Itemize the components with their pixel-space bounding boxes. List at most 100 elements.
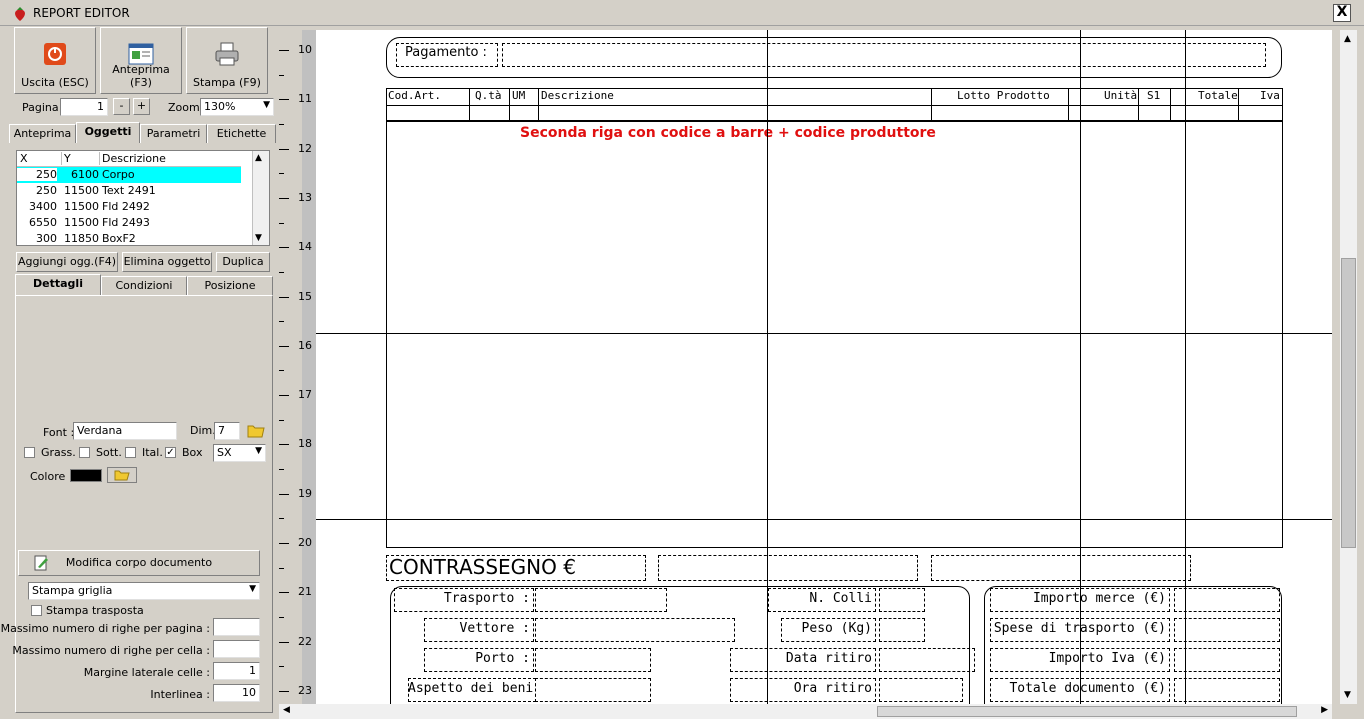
box-checkbox[interactable]: ✓ xyxy=(165,447,176,458)
scroll-right-icon[interactable]: ▶ xyxy=(1321,705,1328,715)
report-canvas[interactable]: Pagamento : Cod.Art. Q.tà UM Descrizione… xyxy=(316,30,1332,704)
underline-checkbox[interactable] xyxy=(79,447,90,458)
table-row[interactable]: 300 11850 BoxF2 xyxy=(17,231,241,247)
ruler-tick xyxy=(279,345,289,347)
table-row[interactable]: 6550 11500 Fld 2493 xyxy=(17,215,241,231)
cell-y: 11500 xyxy=(64,216,99,229)
chevron-down-icon: ▼ xyxy=(263,100,270,110)
col-unit: Unità xyxy=(1104,89,1138,102)
align-select[interactable]: SX ▼ xyxy=(213,444,266,462)
mid-field-value[interactable] xyxy=(879,588,925,612)
preview-button[interactable]: Anteprima (F3) xyxy=(100,27,182,94)
ruler-number: 23 xyxy=(298,683,312,697)
col-vat: Iva xyxy=(1260,89,1280,102)
transposed-label: Stampa trasposta xyxy=(46,604,144,617)
ruler-tick xyxy=(279,690,289,692)
table-row[interactable]: 3400 11500 Fld 2492 xyxy=(17,199,241,215)
left-field-value[interactable] xyxy=(535,678,651,702)
bold-checkbox[interactable] xyxy=(24,447,35,458)
print-button[interactable]: Stampa (F9) xyxy=(186,27,268,94)
mid-field-label: Data ritiro xyxy=(785,651,872,666)
ruler-tick xyxy=(279,123,284,125)
objects-table[interactable]: X Y Descrizione 250 6100 Corpo 250 11500… xyxy=(16,150,270,246)
page-input[interactable]: 1 xyxy=(60,98,108,116)
margin-input[interactable]: 1 xyxy=(213,662,260,680)
right-field-value[interactable] xyxy=(1174,648,1280,672)
h-scroll-thumb[interactable] xyxy=(877,706,1297,717)
mid-field-value[interactable] xyxy=(879,678,963,702)
folder-icon[interactable] xyxy=(246,421,266,439)
horizontal-scrollbar[interactable]: ◀ ▶ xyxy=(279,704,1332,719)
italic-checkbox[interactable] xyxy=(125,447,136,458)
duplicate-button[interactable]: Duplica xyxy=(216,252,270,272)
tab-conditions[interactable]: Condizioni xyxy=(101,276,187,295)
max-rows-page-input[interactable] xyxy=(213,618,260,636)
font-input[interactable]: Verdana xyxy=(73,422,177,440)
scroll-up-icon[interactable]: ▲ xyxy=(255,153,262,163)
max-rows-cell-input[interactable] xyxy=(213,640,260,658)
col-s1: S1 xyxy=(1147,89,1161,102)
print-label: Stampa (F9) xyxy=(193,76,261,89)
left-field-value[interactable] xyxy=(535,618,735,642)
table-row[interactable]: 250 6100 Corpo xyxy=(17,167,241,183)
tab-preview[interactable]: Anteprima xyxy=(9,124,76,143)
color-swatch[interactable] xyxy=(70,469,102,482)
tab-labels[interactable]: Etichette xyxy=(207,124,276,143)
table-scrollbar[interactable]: ▲ ▼ xyxy=(252,151,269,245)
column-divider xyxy=(1170,88,1171,121)
payment-field[interactable] xyxy=(502,43,1266,67)
delete-object-button[interactable]: Elimina oggetto xyxy=(122,252,212,272)
dim-input[interactable]: 7 xyxy=(214,422,240,440)
tab-position[interactable]: Posizione xyxy=(187,276,273,295)
page-prev-button[interactable]: - xyxy=(113,98,130,115)
vertical-scrollbar[interactable]: ▲ ▼ xyxy=(1340,30,1357,704)
cell-desc: Text 2491 xyxy=(102,184,156,197)
exit-button[interactable]: Uscita (ESC) xyxy=(14,27,96,94)
scroll-down-icon[interactable]: ▼ xyxy=(255,233,262,243)
cell-x: 3400 xyxy=(29,200,57,213)
mid-field-value[interactable] xyxy=(879,618,925,642)
folder-icon[interactable] xyxy=(107,467,137,483)
guide-line xyxy=(316,519,1332,520)
zoom-label: Zoom xyxy=(168,101,200,114)
edit-body-button[interactable]: Modifica corpo documento xyxy=(18,550,260,576)
tab-objects[interactable]: Oggetti xyxy=(76,122,140,143)
ruler-tick xyxy=(279,321,284,323)
scroll-left-icon[interactable]: ◀ xyxy=(283,705,290,715)
page-next-button[interactable]: + xyxy=(133,98,150,115)
zoom-select[interactable]: 130% ▼ xyxy=(200,98,274,116)
right-field-value[interactable] xyxy=(1174,618,1280,642)
ruler-number: 11 xyxy=(298,92,312,106)
print-grid-select[interactable]: Stampa griglia ▼ xyxy=(28,582,260,600)
col-lot: Lotto Prodotto xyxy=(957,89,1050,102)
right-field-value[interactable] xyxy=(1174,678,1280,702)
right-field-value[interactable] xyxy=(1174,588,1280,612)
print-grid-value: Stampa griglia xyxy=(32,584,113,597)
close-button[interactable]: X xyxy=(1333,4,1351,22)
scroll-thumb[interactable] xyxy=(1341,258,1356,548)
tab-details[interactable]: Dettagli xyxy=(15,274,101,295)
ruler-tick xyxy=(279,395,289,397)
add-object-button[interactable]: Aggiungi ogg.(F4) xyxy=(16,252,118,272)
mid-field-value[interactable] xyxy=(879,648,975,672)
cod-field-1[interactable] xyxy=(658,555,918,581)
ruler-number: 21 xyxy=(298,585,312,599)
cod-field-2[interactable] xyxy=(931,555,1191,581)
cell-desc: Fld 2493 xyxy=(102,216,150,229)
ruler-tick xyxy=(279,518,284,520)
left-field-label: Porto : xyxy=(475,651,530,666)
underline-label: Sott. xyxy=(96,446,122,459)
window-title: REPORT EDITOR xyxy=(33,6,130,20)
column-divider xyxy=(1068,88,1069,121)
tab-parameters[interactable]: Parametri xyxy=(140,124,207,143)
left-field-value[interactable] xyxy=(535,648,651,672)
scroll-up-icon[interactable]: ▲ xyxy=(1344,34,1351,44)
ruler-tick xyxy=(279,419,284,421)
scroll-down-icon[interactable]: ▼ xyxy=(1344,690,1351,700)
table-row[interactable]: 250 11500 Text 2491 xyxy=(17,183,241,199)
ruler-tick xyxy=(279,296,289,298)
transposed-checkbox[interactable] xyxy=(31,605,42,616)
line-spacing-input[interactable]: 10 xyxy=(213,684,260,702)
left-field-value[interactable] xyxy=(535,588,667,612)
body-table[interactable] xyxy=(386,88,1283,548)
